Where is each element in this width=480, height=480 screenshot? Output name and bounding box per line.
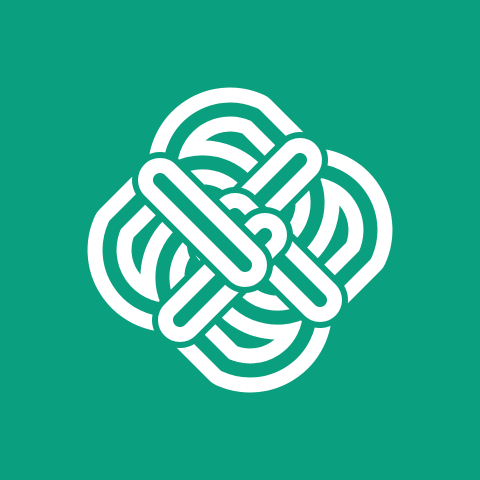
app-icon-tile	[0, 0, 480, 480]
knot-logo-icon	[0, 0, 480, 480]
